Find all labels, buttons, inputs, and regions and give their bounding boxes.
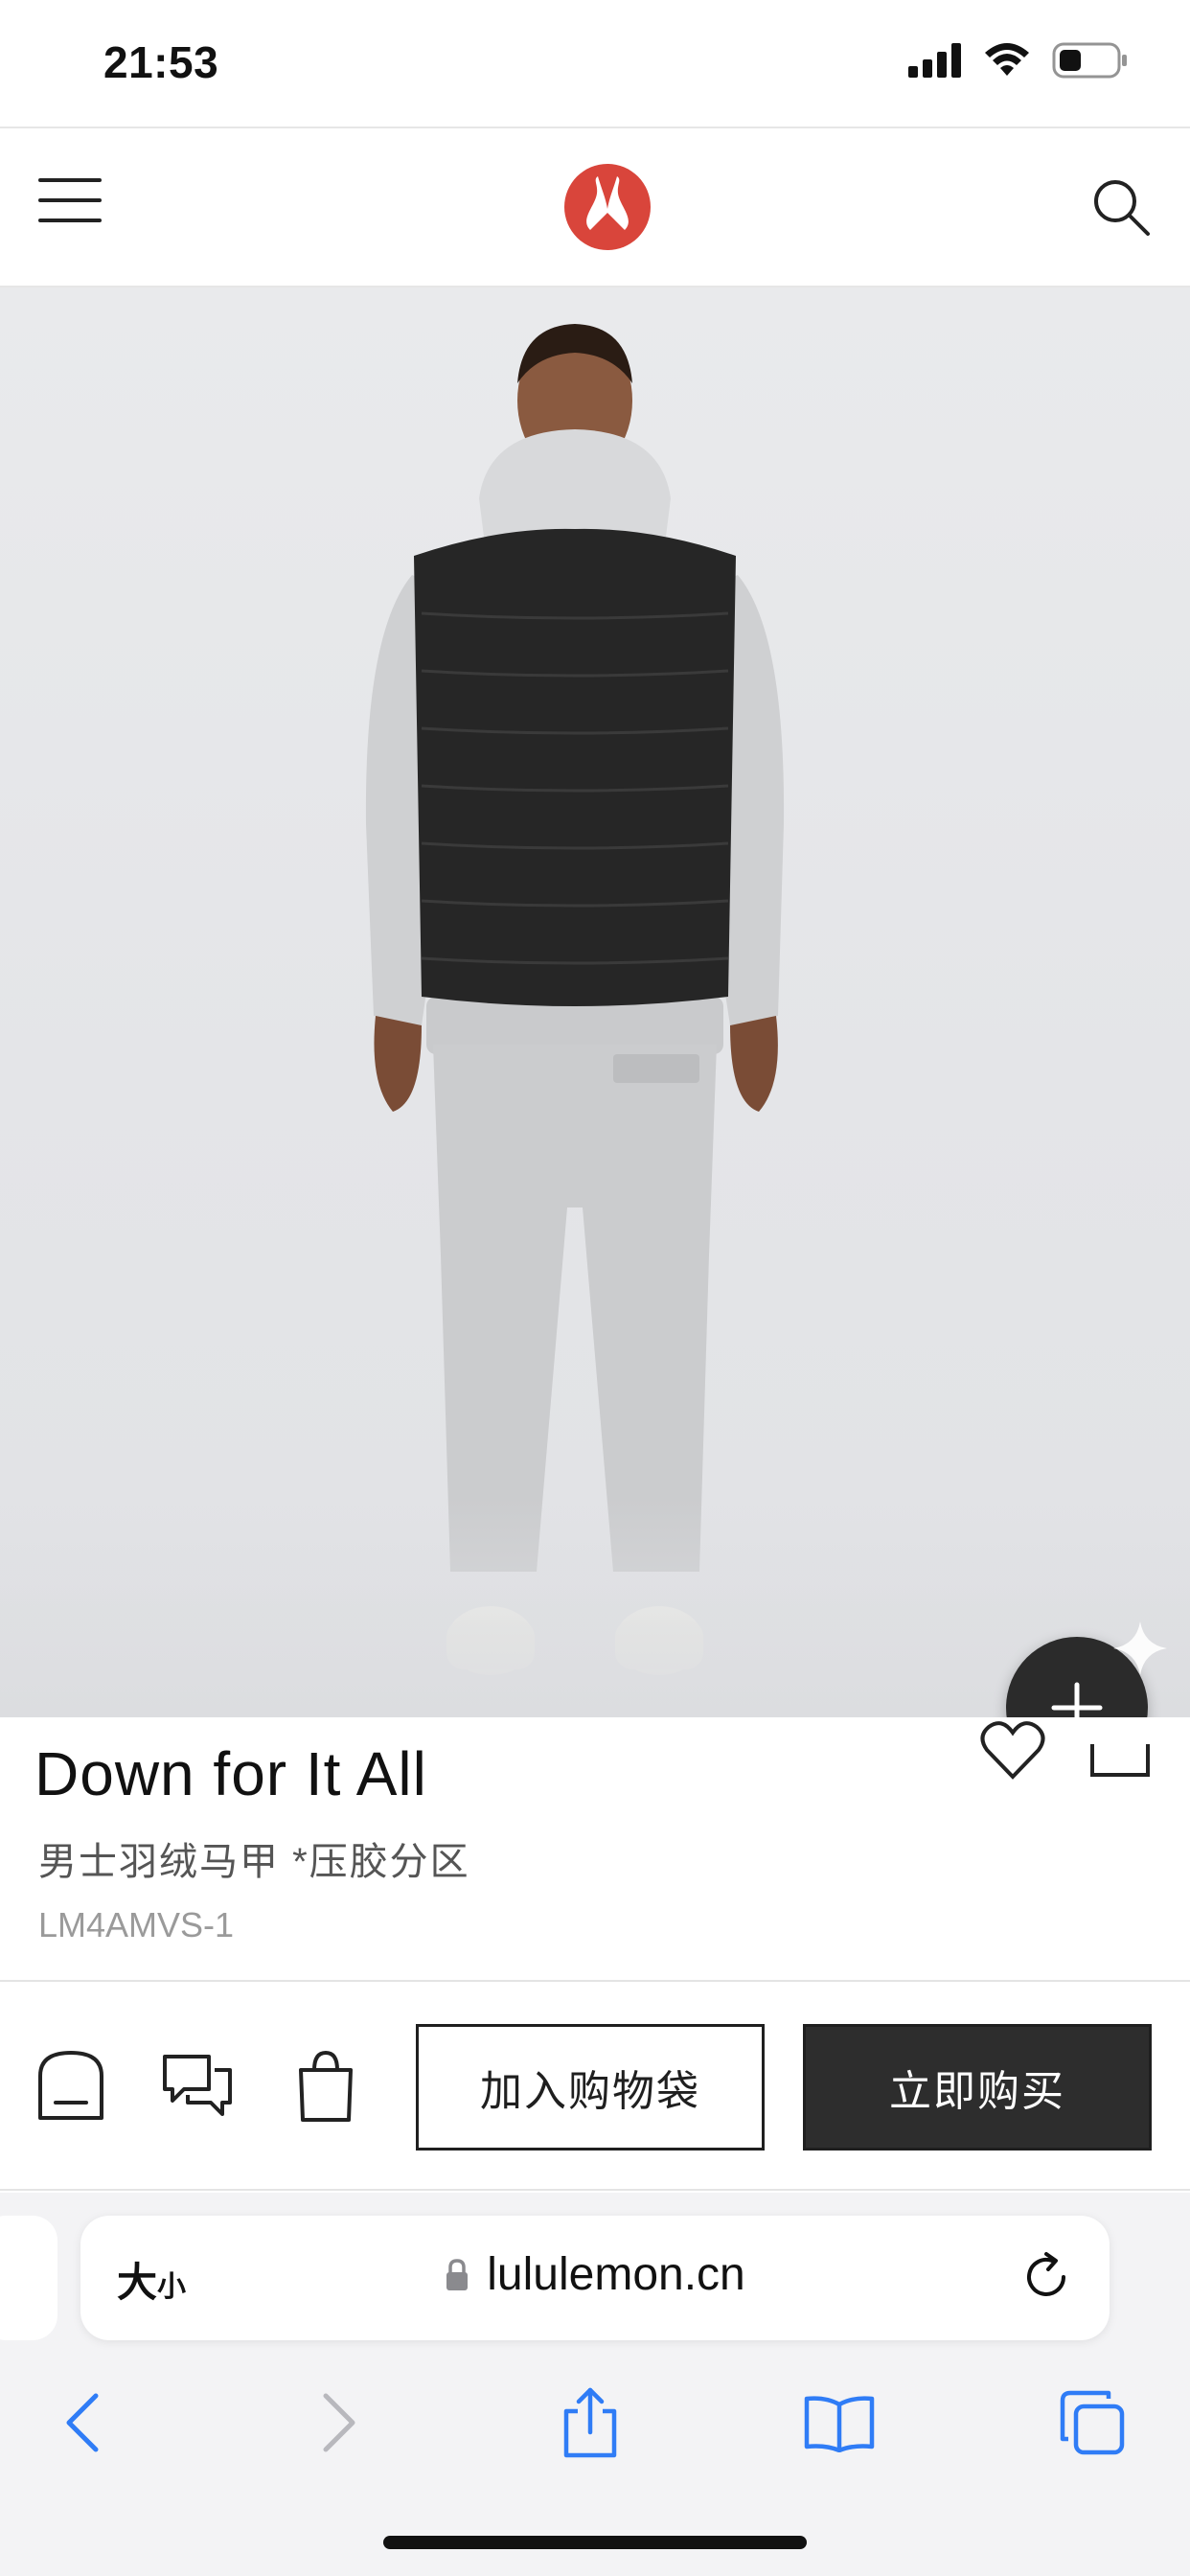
status-bar: 21:53 [0,0,1190,126]
url-text: lululemon.cn [487,2249,745,2300]
bag-icon[interactable] [289,2047,362,2124]
sparkle-icon [1113,1622,1167,1675]
home-indicator[interactable] [383,2536,807,2549]
product-subtitle: 男士羽绒马甲 *压胶分区 [38,1841,470,1883]
site-header [0,126,1190,288]
forward-icon [323,2393,355,2452]
bookmarks-button[interactable] [803,2386,876,2459]
product-image[interactable] [0,288,1190,1717]
lock-icon [446,2258,469,2290]
wifi-icon [985,43,1029,76]
reload-icon[interactable] [1019,2250,1073,2304]
action-bar: 加入购物袋 立即购买 [0,1984,1190,2191]
battery-icon [1052,42,1127,79]
back-icon [66,2393,99,2452]
back-button[interactable] [46,2386,119,2459]
lululemon-logo[interactable] [563,163,652,251]
share-sheet-button[interactable] [554,2386,627,2459]
browser-chrome: 大小 lululemon.cn [0,2193,1190,2576]
store-icon[interactable] [34,2047,107,2124]
status-icons [908,42,1129,79]
bookmarks-icon [804,2396,875,2452]
product-page: 21:53 Down for It All 男士羽绒马甲 *压胶分区 LM4AM… [0,0,1190,2576]
menu-icon[interactable] [38,178,102,236]
tabs-button[interactable] [1056,2386,1129,2459]
url-display[interactable]: lululemon.cn [80,2248,1110,2301]
product-title: Down for It All [34,1739,427,1808]
address-bar[interactable]: 大小 lululemon.cn [80,2216,1110,2340]
heart-icon[interactable] [979,1719,1046,1781]
search-icon[interactable] [1090,176,1152,238]
buy-now-button[interactable]: 立即购买 [803,2024,1152,2150]
status-time: 21:53 [103,37,219,87]
forward-button[interactable] [303,2386,376,2459]
previous-tab-peek[interactable] [0,2216,57,2340]
share-sheet-icon [563,2387,617,2458]
share-icon[interactable] [1088,1725,1152,1779]
add-to-bag-button[interactable]: 加入购物袋 [416,2024,765,2150]
tabs-icon [1060,2390,1125,2455]
product-sku: LM4AMVS-1 [38,1905,235,1944]
browser-toolbar [0,2369,1190,2484]
chat-icon[interactable] [161,2047,234,2124]
cellular-signal-icon [908,43,961,78]
